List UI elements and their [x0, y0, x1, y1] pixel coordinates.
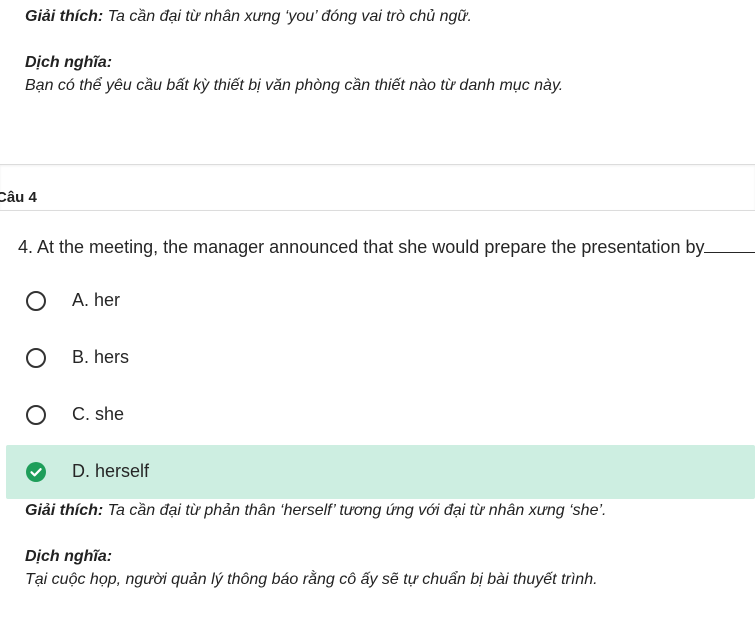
- previous-translate-label-line: Dịch nghĩa:: [25, 54, 112, 72]
- previous-translate-text: Bạn có thể yêu cầu bất kỳ thiết bị văn p…: [25, 77, 564, 94]
- option-b-label: B. hers: [72, 347, 130, 367]
- option-a-label: A. her: [72, 290, 121, 310]
- question-text-content: 4. At the meeting, the manager announced…: [18, 237, 705, 257]
- option-d[interactable]: D. herself: [6, 445, 755, 499]
- radio-empty-icon[interactable]: [26, 405, 46, 425]
- translate-label: Dịch nghĩa:: [25, 548, 113, 565]
- question-text: 4. At the meeting, the manager announced…: [18, 236, 755, 258]
- translate-label-line: Dịch nghĩa:: [25, 548, 112, 566]
- previous-explain-line: Giải thích: Ta cần đại từ nhân xưng ‘you…: [25, 8, 472, 26]
- explain-line: Giải thích: Ta cần đại từ phản thân ‘her…: [25, 502, 606, 520]
- previous-explain-label: Giải thích:: [25, 8, 104, 25]
- radio-empty-icon[interactable]: [26, 291, 46, 311]
- explain-label: Giải thích:: [25, 502, 104, 519]
- question-blank: [704, 236, 755, 253]
- translate-text: Tại cuộc họp, người quản lý thông báo rằ…: [25, 571, 598, 588]
- previous-explain-text: Ta cần đại từ nhân xưng ‘you’ đóng vai t…: [103, 8, 472, 25]
- option-c-label: C. she: [72, 404, 125, 424]
- question-number-label: Câu 4: [0, 189, 37, 206]
- explain-text: Ta cần đại từ phản thân ‘herself’ tương …: [103, 502, 607, 519]
- check-circle-icon[interactable]: [26, 462, 46, 482]
- option-d-label: D. herself: [72, 461, 150, 481]
- option-c[interactable]: C. she: [0, 388, 755, 442]
- previous-translate-label: Dịch nghĩa:: [25, 54, 113, 71]
- option-b[interactable]: B. hers: [0, 331, 755, 385]
- question-divider: [0, 164, 755, 211]
- option-a[interactable]: A. her: [0, 274, 755, 328]
- radio-empty-icon[interactable]: [26, 348, 46, 368]
